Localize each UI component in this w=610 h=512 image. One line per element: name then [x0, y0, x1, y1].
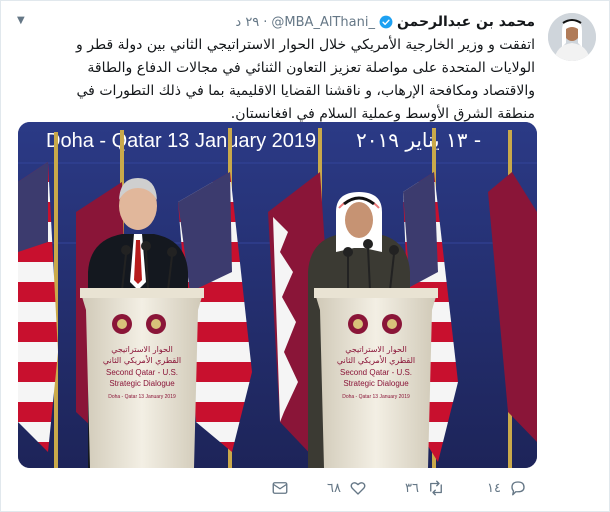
- separator-dot: ·: [263, 14, 268, 30]
- like-button[interactable]: ٦٨: [327, 479, 367, 497]
- tweet-card: ▼ محمد بن عبدالرحمن @MBA_AlThani_ · ٢٩ د…: [0, 0, 610, 512]
- retweet-count: ٣٦: [405, 480, 419, 496]
- podium-left-ar-1: الحوار الاستراتيجي: [111, 345, 173, 354]
- podium-right-date: Doha - Qatar 13 January 2019: [342, 394, 410, 400]
- heart-icon: [350, 482, 366, 495]
- reply-button[interactable]: ١٤: [487, 479, 527, 497]
- chevron-down-icon[interactable]: ▼: [17, 15, 25, 26]
- tweet-photo[interactable]: Doha - Qatar 13 January 2019 ١٣ يناير ٢٠…: [18, 122, 537, 468]
- tweet-time[interactable]: ٢٩ د: [235, 15, 259, 30]
- like-count: ٦٨: [327, 480, 341, 496]
- reply-count: ١٤: [487, 480, 501, 496]
- podium-left-date: Doha - Qatar 13 January 2019: [108, 394, 176, 400]
- message-button[interactable]: [271, 479, 289, 497]
- banner-text-en: Doha - Qatar 13 January 2019: [46, 130, 316, 152]
- reply-icon: [511, 481, 525, 496]
- author-handle[interactable]: @MBA_AlThani_: [271, 15, 375, 30]
- tweet-text: اتفقت و وزير الخارجية الأمريكي خلال الحو…: [76, 37, 535, 122]
- podium-right-en-2: Strategic Dialogue: [343, 379, 409, 388]
- podium-left-en-1: Second Qatar - U.S.: [106, 368, 178, 377]
- podium-right-ar-1: الحوار الاستراتيجي: [345, 345, 407, 354]
- retweet-button[interactable]: ٣٦: [405, 479, 445, 497]
- avatar[interactable]: [548, 13, 596, 61]
- podium-right-en-1: Second Qatar - U.S.: [340, 368, 412, 377]
- podium-left-en-2: Strategic Dialogue: [109, 379, 175, 388]
- tweet-header: محمد بن عبدالرحمن @MBA_AlThani_ · ٢٩ د: [235, 14, 535, 30]
- podium-left-ar-2: القطري الأمريكي الثاني: [103, 355, 181, 365]
- author-name[interactable]: محمد بن عبدالرحمن: [397, 14, 535, 30]
- retweet-icon: [430, 480, 442, 496]
- verified-badge-icon: [379, 15, 393, 29]
- banner-text-ar: ١٣ يناير ٢٠١٩ -: [356, 128, 481, 152]
- podium-right-ar-2: القطري الأمريكي الثاني: [337, 355, 415, 365]
- tweet-actions: ٦٨ ٣٦ ١٤: [1, 479, 610, 505]
- mail-icon: [272, 482, 288, 494]
